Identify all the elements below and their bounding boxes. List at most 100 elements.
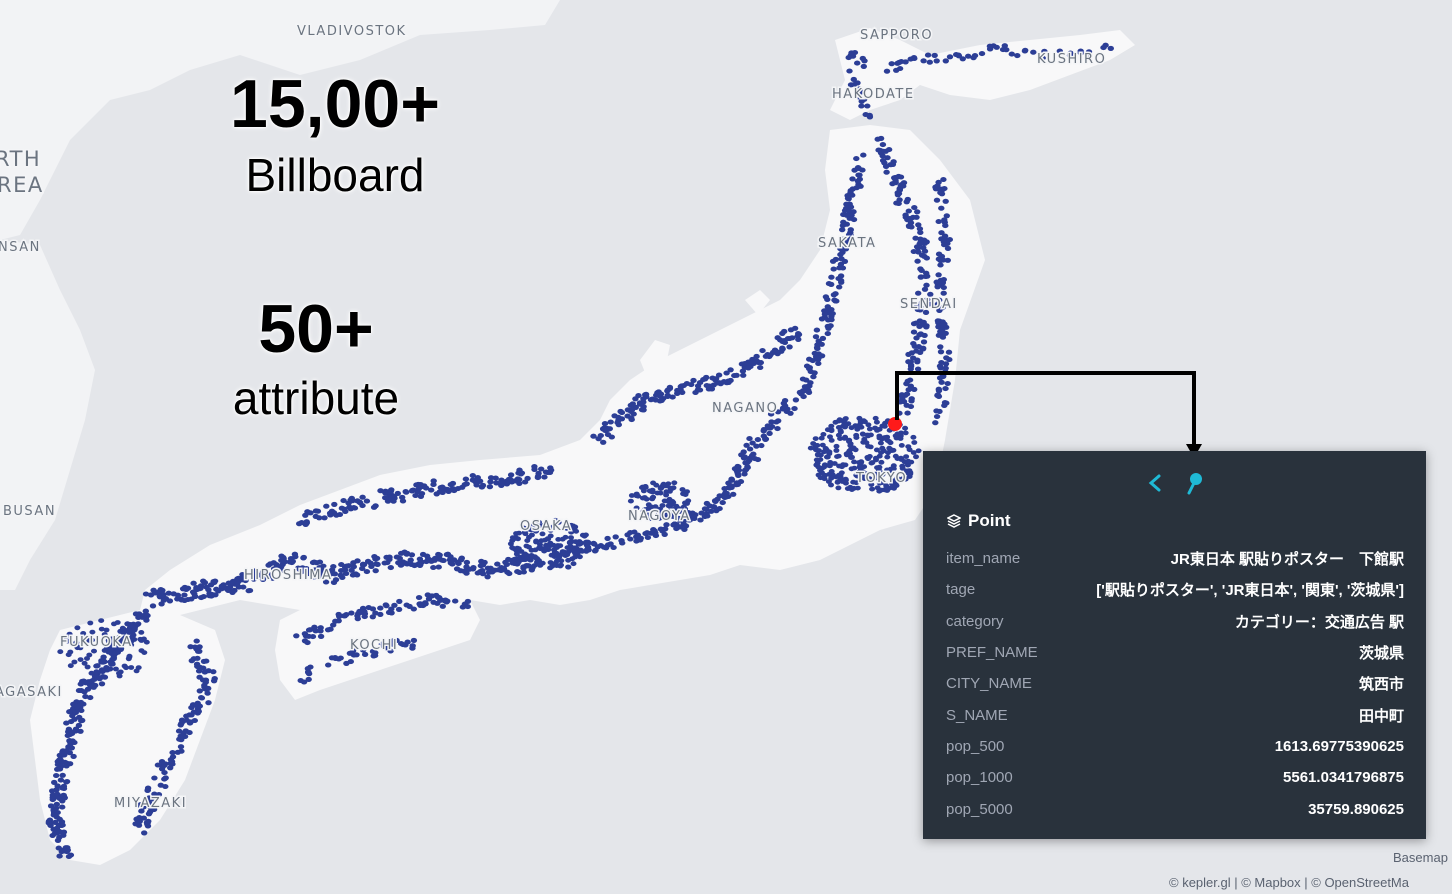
billboard-point [840, 462, 847, 468]
billboard-point [74, 625, 81, 631]
billboard-point [649, 489, 656, 495]
billboard-point [572, 539, 579, 545]
billboard-point [396, 598, 403, 604]
billboard-point [359, 605, 367, 611]
billboard-point [59, 798, 66, 804]
billboard-point [198, 595, 205, 601]
billboard-point [533, 539, 540, 545]
billboard-point [650, 527, 657, 533]
billboard-point [773, 419, 780, 425]
billboard-point [873, 447, 880, 453]
billboard-point [665, 498, 671, 504]
billboard-point [525, 544, 532, 550]
chevron-left-icon[interactable] [1147, 471, 1163, 495]
map-label-sakata: SAKATA [818, 236, 876, 251]
attribute-count-block: 50+ attribute [196, 295, 436, 421]
billboard-point [840, 219, 847, 225]
billboard-point [63, 849, 70, 855]
billboard-point [568, 535, 574, 540]
billboard-point [71, 716, 78, 722]
billboard-point [779, 338, 786, 345]
billboard-point [936, 363, 944, 369]
billboard-point [337, 655, 344, 661]
billboard-point [548, 552, 555, 558]
billboard-point [741, 471, 748, 477]
billboard-point [846, 68, 853, 74]
billboard-point [875, 147, 882, 153]
billboard-point [890, 447, 897, 453]
billboard-point [657, 391, 665, 397]
billboard-point [878, 459, 885, 465]
billboard-point [430, 564, 437, 571]
billboard-point [441, 598, 449, 604]
billboard-point [639, 485, 645, 490]
billboard-point [395, 606, 403, 612]
billboard-point [368, 563, 375, 569]
tooltip-key: pop_1000 [946, 769, 1013, 787]
map-label-north: RTH [0, 147, 41, 171]
billboard-point [75, 687, 83, 694]
billboard-point [938, 379, 945, 385]
billboard-point [50, 812, 57, 818]
billboard-point [965, 53, 972, 59]
billboard-point [937, 349, 945, 355]
billboard-point [938, 205, 945, 211]
billboard-point [161, 770, 168, 776]
pin-icon[interactable] [1185, 471, 1203, 495]
billboard-point [859, 431, 866, 437]
tooltip-row: pop_5000 35759.890625 [946, 793, 1404, 824]
billboard-point [344, 563, 351, 569]
billboard-point [933, 58, 940, 64]
billboard-point [898, 443, 905, 448]
billboard-point [649, 495, 656, 501]
billboard-point [191, 717, 198, 724]
billboard-point [300, 554, 307, 560]
billboard-point [359, 561, 367, 567]
billboard-point [144, 820, 151, 826]
billboard-point [759, 348, 766, 354]
billboard-point [476, 478, 484, 484]
map-label-korea: REA [0, 173, 44, 197]
billboard-point [753, 443, 760, 449]
billboard-point [895, 200, 902, 207]
billboard-point [525, 563, 532, 569]
billboard-point [649, 396, 656, 402]
billboard-point [889, 161, 897, 167]
billboard-point [657, 526, 665, 532]
billboard-point [323, 503, 330, 509]
tooltip-row: tage ['駅貼りポスター', 'JR東日本', '関東', '茨城県'] [946, 574, 1404, 605]
tooltip-row: CITY_NAME 筑西市 [946, 668, 1404, 699]
billboard-point [921, 286, 929, 292]
billboard-point [450, 557, 458, 563]
billboard-point [824, 454, 830, 460]
billboard-point [847, 227, 854, 233]
billboard-point [527, 557, 534, 563]
billboard-point [867, 444, 874, 450]
billboard-point [903, 454, 910, 459]
billboard-point [923, 270, 930, 276]
billboard-point [682, 500, 688, 506]
billboard-point [866, 426, 873, 432]
billboard-point [848, 425, 855, 431]
billboard-point [194, 663, 201, 669]
billboard-point [822, 294, 830, 300]
billboard-point [666, 489, 673, 494]
billboard-point [220, 582, 227, 588]
billboard-point [297, 677, 304, 684]
billboard-point [911, 55, 918, 62]
billboard-point [604, 535, 611, 541]
billboard-point [66, 738, 73, 744]
billboard-point [883, 169, 890, 175]
billboard-point [92, 682, 99, 688]
billboard-point [452, 598, 459, 604]
billboard-point [541, 474, 548, 480]
billboard-point [374, 561, 381, 567]
billboard-point [805, 383, 812, 389]
billboard-point [403, 602, 410, 608]
billboard-point [415, 594, 423, 601]
billboard-point [938, 257, 945, 263]
billboard-point [791, 406, 798, 412]
billboard-point [894, 192, 902, 198]
billboard-point [348, 610, 355, 616]
billboard-point [642, 530, 649, 537]
